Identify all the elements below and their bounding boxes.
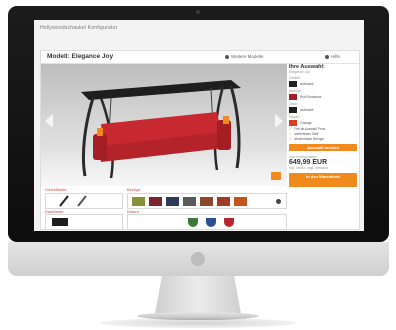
frame-label: Gestell:	[289, 76, 301, 80]
help-label: Hilfe	[331, 54, 341, 59]
save-selection-button[interactable]: Auswahl merken	[289, 144, 357, 151]
page-title: Hollywoodschaukel Konfigurator	[40, 25, 118, 31]
feature-text: Frei ab Auswahl Preis	[294, 127, 326, 131]
cover-swatch-option[interactable]	[183, 197, 196, 206]
cover-swatch-option[interactable]	[217, 197, 230, 206]
screen: Hollywoodschaukel Konfigurator Modell: E…	[34, 20, 364, 231]
roof-selection: anthrazit	[289, 107, 357, 113]
product-viewer[interactable]	[41, 64, 287, 186]
more-models-label: Weitere Modelle	[231, 54, 264, 59]
frame-option-dark[interactable]	[59, 195, 69, 207]
cushion-label: Kissen:	[289, 115, 301, 119]
info-icon	[225, 54, 229, 59]
more-models-link[interactable]: Weitere Modelle	[225, 54, 263, 59]
cover-swatch-option[interactable]	[149, 197, 162, 206]
frame-option-icons	[59, 195, 87, 207]
swing-cushion-left	[97, 128, 103, 136]
cover-options-label: Bezüge	[127, 187, 141, 192]
roof-swatch-option[interactable]	[52, 218, 68, 226]
feature-text: abnehmbare Bezüge	[294, 137, 324, 141]
info-icon[interactable]	[276, 199, 281, 204]
apple-logo-icon	[191, 252, 205, 266]
cover-swatch	[289, 94, 297, 100]
feature-text: wetterfester Stoff	[294, 132, 319, 136]
feature-item: ✓ abnehmbare Bezüge	[289, 136, 357, 142]
camera-icon	[196, 10, 200, 14]
cushion-option-green[interactable]	[188, 218, 198, 227]
cushion-selection: Orange	[289, 120, 357, 126]
check-icon: ✓	[289, 136, 293, 141]
configurator-header: Modell: Elegance Joy Weitere Modelle Hil…	[41, 51, 359, 64]
swing-armrest-right	[217, 120, 231, 150]
swing-armrest-left	[93, 134, 107, 160]
cover-selection: Rot Bordeaux	[289, 94, 357, 100]
roof-options	[45, 214, 123, 230]
frame-options-label: Gestellfarbe	[45, 187, 67, 192]
swing-frame-left	[81, 97, 95, 177]
add-to-cart-button[interactable]: In den Warenkorb	[289, 173, 357, 187]
cover-value: Rot Bordeaux	[300, 95, 322, 99]
selection-sidebar: Ihre Auswahl: Elegance Joy Gestell: anth…	[289, 64, 357, 228]
cover-options	[127, 193, 287, 209]
frame-swatch	[289, 81, 297, 87]
swing-frame-right	[229, 85, 241, 169]
cover-swatch-option[interactable]	[132, 197, 145, 206]
zoom-button[interactable]	[271, 172, 281, 180]
help-icon	[325, 54, 329, 59]
configurator-panel: Modell: Elegance Joy Weitere Modelle Hil…	[40, 50, 360, 230]
model-title: Modell: Elegance Joy	[47, 53, 114, 60]
prev-view-button[interactable]	[45, 114, 53, 128]
swing-cushion-right	[223, 116, 229, 124]
monitor-shadow	[100, 318, 296, 328]
feature-item: ✓ wetterfester Stoff	[289, 132, 357, 137]
cover-label: Bezüge:	[289, 89, 302, 93]
price-note: inkl. MwSt. zzgl. Versand	[289, 166, 328, 170]
swing-illustration	[81, 80, 241, 179]
roof-label: Dach:	[289, 102, 299, 106]
price-value: 649,99 EUR	[289, 159, 328, 166]
monitor-stand	[155, 276, 241, 314]
roof-swatch	[289, 107, 297, 113]
cushion-value: Orange	[300, 121, 312, 125]
cushion-option-red[interactable]	[224, 218, 234, 227]
cushion-options	[127, 214, 287, 230]
frame-value: anthrazit	[300, 82, 314, 86]
next-view-button[interactable]	[275, 114, 283, 128]
selection-subtitle: Elegance Joy	[289, 70, 311, 74]
frame-option-grey[interactable]	[77, 195, 87, 207]
cushion-option-blue[interactable]	[206, 218, 216, 227]
feature-item: ✓ Frei ab Auswahl Preis	[289, 127, 357, 132]
roof-value: anthrazit	[300, 108, 314, 112]
cover-swatch-option[interactable]	[166, 197, 179, 206]
frame-selection: anthrazit	[289, 81, 357, 87]
cover-swatch-option[interactable]	[200, 197, 213, 206]
frame-options	[45, 193, 123, 209]
cover-swatch-option[interactable]	[234, 197, 247, 206]
swing-canopy	[81, 80, 241, 100]
cushion-option-icons	[188, 218, 234, 227]
help-link[interactable]: Hilfe	[325, 54, 340, 59]
